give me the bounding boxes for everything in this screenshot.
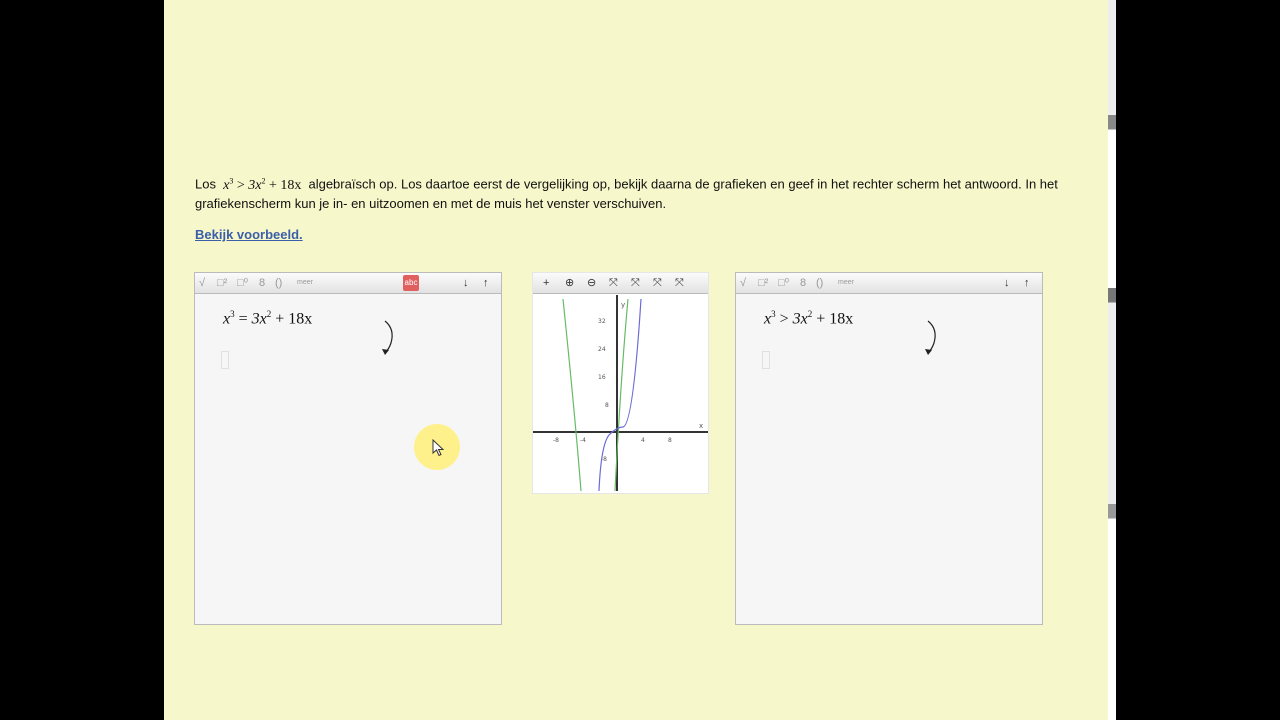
- x-tick: -8: [553, 437, 559, 444]
- x-tick: 4: [641, 437, 645, 444]
- step-arrow-icon: [925, 320, 936, 355]
- square-button[interactable]: □²: [217, 275, 227, 291]
- sqrt-button[interactable]: √: [199, 275, 205, 291]
- x-tick: -4: [580, 437, 586, 444]
- editor-area-right[interactable]: x3 > 3x2 + 18x: [736, 295, 1042, 624]
- up-arrow-button[interactable]: ↑: [483, 275, 489, 291]
- instruction-body: algebraïsch op. Los daartoe eerst de ver…: [195, 176, 1058, 211]
- mouse-pointer-icon: [432, 439, 445, 457]
- infinity-button[interactable]: 8: [259, 275, 265, 291]
- step-arrow-icon: [382, 320, 393, 355]
- infinity-button[interactable]: 8: [800, 275, 806, 291]
- instruction-inequality: x3 > 3x2 + 18x: [223, 176, 302, 193]
- editor-toolbar-right: √ □² □⁰ 8 () meer ↓ ↑: [736, 273, 1042, 294]
- inequality-line-right: x3 > 3x2 + 18x: [764, 309, 854, 328]
- equation-line-left: x3 = 3x2 + 18x: [223, 309, 313, 328]
- y-tick: 16: [598, 374, 606, 381]
- reset-view-icon[interactable]: ⤧: [675, 275, 684, 291]
- down-arrow-button[interactable]: ↓: [463, 275, 469, 291]
- zoom-x-icon[interactable]: ⤧: [609, 275, 618, 291]
- instruction-text: Los x3 > 3x2 + 18x algebraïsch op. Los d…: [195, 172, 1075, 213]
- editor-toolbar-left: √ □² □⁰ 8 () meer abc ↓ ↑: [195, 273, 501, 294]
- zoom-in-icon[interactable]: ⊕: [565, 275, 574, 291]
- zoom-out-icon[interactable]: ⊖: [587, 275, 596, 291]
- y-tick: 32: [598, 318, 606, 325]
- add-icon[interactable]: +: [543, 275, 549, 291]
- graph-canvas[interactable]: x y -8 -4 4 8 32 24 16 8 -8: [533, 295, 708, 491]
- up-arrow-button[interactable]: ↑: [1024, 275, 1030, 291]
- parentheses-button[interactable]: (): [816, 275, 823, 291]
- x-tick: 8: [668, 437, 672, 444]
- view-example-link[interactable]: Bekijk voorbeeld.: [195, 227, 303, 242]
- zoom-y-icon[interactable]: ⤧: [631, 275, 640, 291]
- graph-panel[interactable]: + ⊕ ⊖ ⤧ ⤧ ⤧ ⤧ x y -8 -4 4 8 32 24 16 8 -…: [532, 272, 709, 494]
- graph-toolbar: + ⊕ ⊖ ⤧ ⤧ ⤧ ⤧: [533, 273, 708, 294]
- instruction-prefix: Los: [195, 176, 216, 192]
- sqrt-button[interactable]: √: [740, 275, 746, 291]
- fit-icon[interactable]: ⤧: [653, 275, 662, 291]
- y-axis-label: y: [621, 301, 625, 309]
- more-button[interactable]: meer: [838, 275, 854, 291]
- more-button[interactable]: meer: [297, 275, 313, 291]
- down-arrow-button[interactable]: ↓: [1004, 275, 1010, 291]
- parentheses-button[interactable]: (): [275, 275, 282, 291]
- equation-editor-right[interactable]: √ □² □⁰ 8 () meer ↓ ↑ x3 > 3x2 + 18x: [735, 272, 1043, 625]
- text-mode-button[interactable]: abc: [403, 275, 419, 291]
- square-button[interactable]: □²: [758, 275, 768, 291]
- power-button[interactable]: □⁰: [237, 275, 248, 291]
- input-cursor-box[interactable]: [762, 351, 770, 369]
- x-axis-label: x: [699, 422, 703, 430]
- input-cursor-box[interactable]: [221, 351, 229, 369]
- power-button[interactable]: □⁰: [778, 275, 789, 291]
- y-tick: 8: [605, 402, 609, 409]
- quadratic-curve-left: [562, 298, 582, 491]
- y-tick: 24: [598, 346, 606, 353]
- window-edge: [1108, 0, 1116, 720]
